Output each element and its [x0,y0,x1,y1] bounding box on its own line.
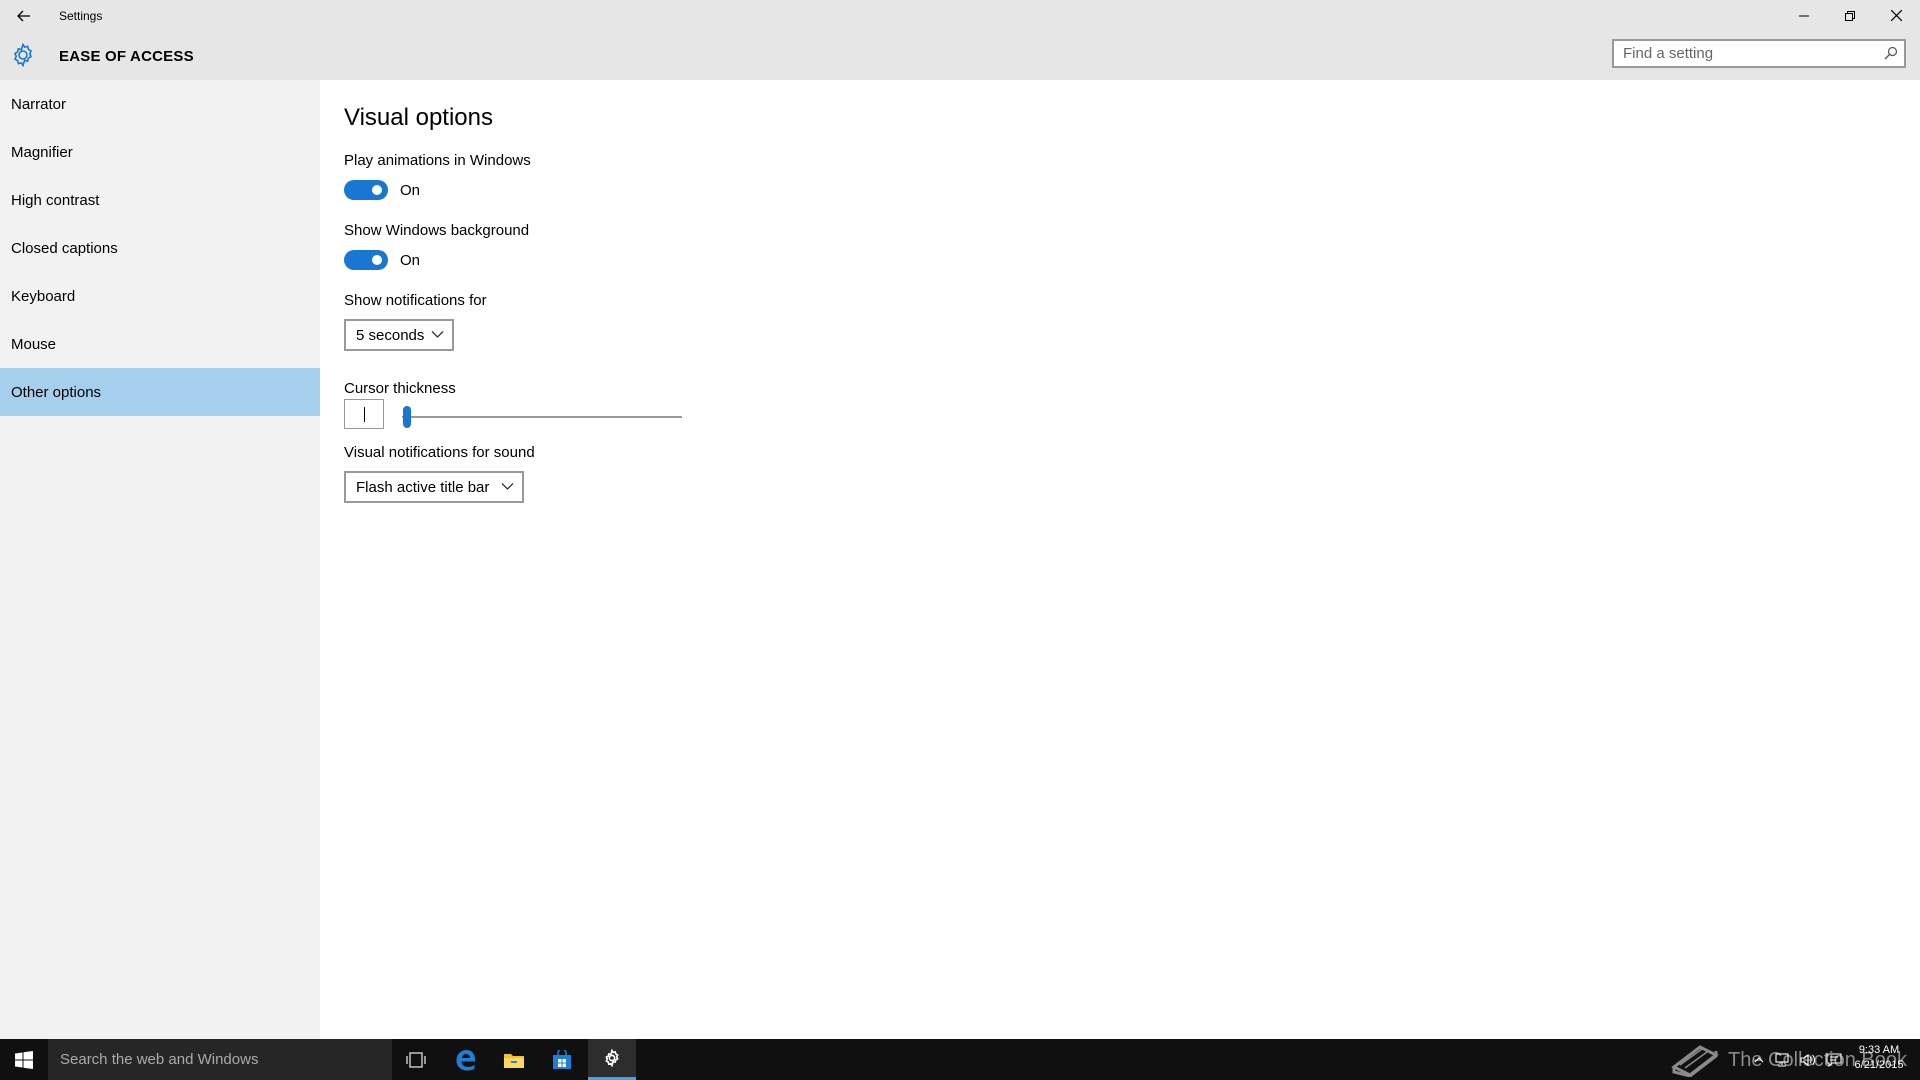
sidebar-item-mouse[interactable]: Mouse [0,320,320,368]
sidebar-item-narrator[interactable]: Narrator [0,80,320,128]
chevron-down-icon [501,483,514,490]
play-animations-state: On [400,182,421,199]
sidebar-item-label: Magnifier [11,143,73,161]
back-arrow-icon [16,10,30,21]
minimize-button[interactable] [1781,0,1827,31]
notifications-label: Show notifications for [344,292,487,309]
windows-logo-icon [15,1050,33,1069]
show-background-toggle[interactable] [344,250,388,270]
title-bar: Settings [0,0,1920,31]
page-title: EASE OF ACCESS [59,48,194,65]
cursor-thickness-slider[interactable] [402,416,682,418]
task-view-icon [406,1051,426,1068]
settings-icon [605,1049,619,1067]
sidebar-item-keyboard[interactable]: Keyboard [0,272,320,320]
sidebar-item-label: Narrator [11,95,67,113]
play-animations-toggle[interactable] [344,180,388,200]
action-center-button[interactable] [1822,1039,1846,1080]
taskbar-search-placeholder: Search the web and Windows [60,1051,259,1068]
search-icon [1884,46,1898,60]
close-icon [1890,10,1902,21]
taskbar-search[interactable]: Search the web and Windows [48,1039,392,1080]
sidebar-item-label: Closed captions [11,239,118,257]
page-header: EASE OF ACCESS [0,31,1920,80]
chevron-down-icon [431,331,444,338]
store-button[interactable] [538,1039,586,1080]
settings-taskbar-button[interactable] [588,1039,636,1080]
back-button[interactable] [8,0,39,31]
sidebar-item-label: Mouse [11,335,57,353]
edge-icon [456,1049,475,1070]
gear-icon [13,43,33,67]
main-content: Visual options Play animations in Window… [320,80,1920,1039]
clock-time: 9:33 AM [1858,1044,1900,1056]
toggle-knob [372,185,382,195]
sidebar: Narrator Magnifier High contrast Closed … [0,80,320,1039]
close-button[interactable] [1873,0,1919,31]
visual-notifications-value: Flash active title bar [356,478,490,496]
network-icon [1775,1052,1789,1067]
task-view-button[interactable] [392,1039,440,1080]
volume-icon [1800,1053,1815,1066]
cursor-thickness-label: Cursor thickness [344,380,456,397]
taskbar-clock[interactable]: 9:33 AM 6/21/2015 [1846,1043,1912,1073]
window-title: Settings [59,9,103,23]
play-animations-label: Play animations in Windows [344,152,531,169]
sidebar-item-label: Other options [11,383,102,401]
show-background-label: Show Windows background [344,222,530,239]
restore-icon [1845,10,1855,21]
sidebar-item-label: Keyboard [11,287,76,305]
restore-button[interactable] [1827,0,1873,31]
cursor-preview [344,399,384,429]
sidebar-item-other-options[interactable]: Other options [0,368,320,416]
visual-notifications-label: Visual notifications for sound [344,444,535,461]
sidebar-item-closed-captions[interactable]: Closed captions [0,224,320,272]
store-icon [553,1049,571,1069]
cursor-preview-bar [364,407,365,422]
sidebar-item-high-contrast[interactable]: High contrast [0,176,320,224]
minimize-icon [1799,15,1809,16]
slider-thumb[interactable] [403,406,411,428]
toggle-knob [372,255,382,265]
volume-button[interactable] [1796,1039,1820,1080]
taskbar: Search the web and Windows The Collectio… [0,1039,1920,1080]
file-explorer-icon [504,1053,524,1068]
edge-button[interactable] [442,1039,490,1080]
chevron-up-icon [1754,1056,1764,1062]
show-background-state: On [400,252,421,269]
search-input[interactable] [1614,41,1873,66]
book-icon [1671,1045,1719,1077]
show-hidden-icons-button[interactable] [1750,1039,1768,1080]
file-explorer-button[interactable] [490,1039,538,1080]
sidebar-item-label: High contrast [11,191,100,209]
section-title: Visual options [344,104,493,131]
notifications-value: 5 seconds [356,326,425,344]
sidebar-item-magnifier[interactable]: Magnifier [0,128,320,176]
visual-notifications-dropdown[interactable]: Flash active title bar [344,471,524,503]
action-center-icon [1826,1052,1842,1067]
notifications-dropdown[interactable]: 5 seconds [344,319,454,351]
start-button[interactable] [0,1039,48,1080]
clock-date: 6/21/2015 [1854,1059,1904,1071]
search-box[interactable] [1612,39,1906,68]
network-button[interactable] [1770,1039,1794,1080]
